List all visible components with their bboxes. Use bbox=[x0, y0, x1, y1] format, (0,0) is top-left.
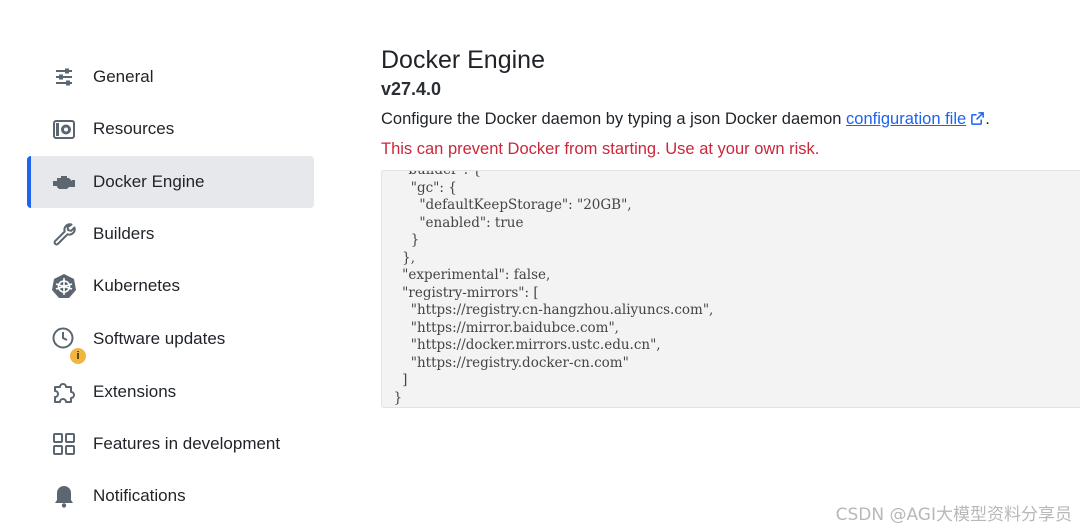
daemon-json-text[interactable]: "builder": { "gc": { "defaultKeepStorage… bbox=[385, 171, 714, 407]
sidebar-item-label: Docker Engine bbox=[93, 172, 205, 191]
sidebar-item-label: Builders bbox=[93, 224, 155, 243]
sidebar-item-features-in-development[interactable]: Features in development bbox=[27, 418, 314, 470]
external-link-icon bbox=[971, 112, 985, 125]
description-text: Configure the Docker daemon by typing a … bbox=[381, 110, 990, 129]
version-label: v27.4.0 bbox=[381, 79, 442, 99]
page-title: Docker Engine bbox=[381, 46, 545, 74]
sidebar-item-label: General bbox=[93, 67, 154, 86]
sidebar-item-label: Kubernetes bbox=[93, 276, 180, 295]
sidebar-item-software-updates[interactable]: i Software updates bbox=[27, 313, 314, 365]
warning-text: This can prevent Docker from starting. U… bbox=[381, 140, 820, 158]
sidebar-item-builders[interactable]: Builders bbox=[27, 208, 314, 260]
sidebar-item-docker-engine[interactable]: Docker Engine bbox=[27, 156, 314, 208]
puzzle-icon bbox=[51, 379, 77, 405]
sidebar-item-resources[interactable]: Resources bbox=[27, 103, 314, 155]
wrench-icon bbox=[51, 221, 77, 247]
docker-engine-panel: Docker Engine v27.4.0 Configure the Dock… bbox=[381, 0, 1080, 531]
sidebar-item-general[interactable]: General bbox=[27, 51, 314, 103]
watermark: CSDN @AGI大模型资料分享员 bbox=[835, 505, 1072, 525]
sidebar-item-label: Extensions bbox=[93, 382, 177, 401]
sidebar-item-label: Notifications bbox=[93, 486, 186, 505]
info-badge-icon: i bbox=[69, 347, 87, 365]
configuration-file-link[interactable]: configuration file bbox=[846, 110, 985, 128]
sidebar-item-notifications[interactable]: Notifications bbox=[27, 470, 314, 522]
description-prefix: Configure the Docker daemon by typing a … bbox=[381, 110, 842, 128]
daemon-json-editor[interactable]: "builder": { "gc": { "defaultKeepStorage… bbox=[381, 170, 1080, 408]
bell-icon bbox=[51, 483, 77, 509]
resources-icon bbox=[51, 116, 77, 142]
sidebar-item-label: Resources bbox=[93, 119, 175, 138]
kubernetes-icon bbox=[51, 273, 77, 299]
sidebar-item-kubernetes[interactable]: Kubernetes bbox=[27, 260, 314, 312]
engine-icon bbox=[51, 169, 77, 195]
settings-sidebar: General Resources Docker Engine Builders… bbox=[0, 0, 330, 531]
sidebar-item-label: Features in development bbox=[93, 434, 281, 453]
sidebar-item-extensions[interactable]: Extensions bbox=[27, 366, 314, 418]
grid-icon bbox=[51, 431, 77, 457]
sliders-icon bbox=[51, 64, 77, 90]
description-suffix: . bbox=[985, 110, 990, 128]
sidebar-item-label: Software updates bbox=[93, 329, 226, 348]
